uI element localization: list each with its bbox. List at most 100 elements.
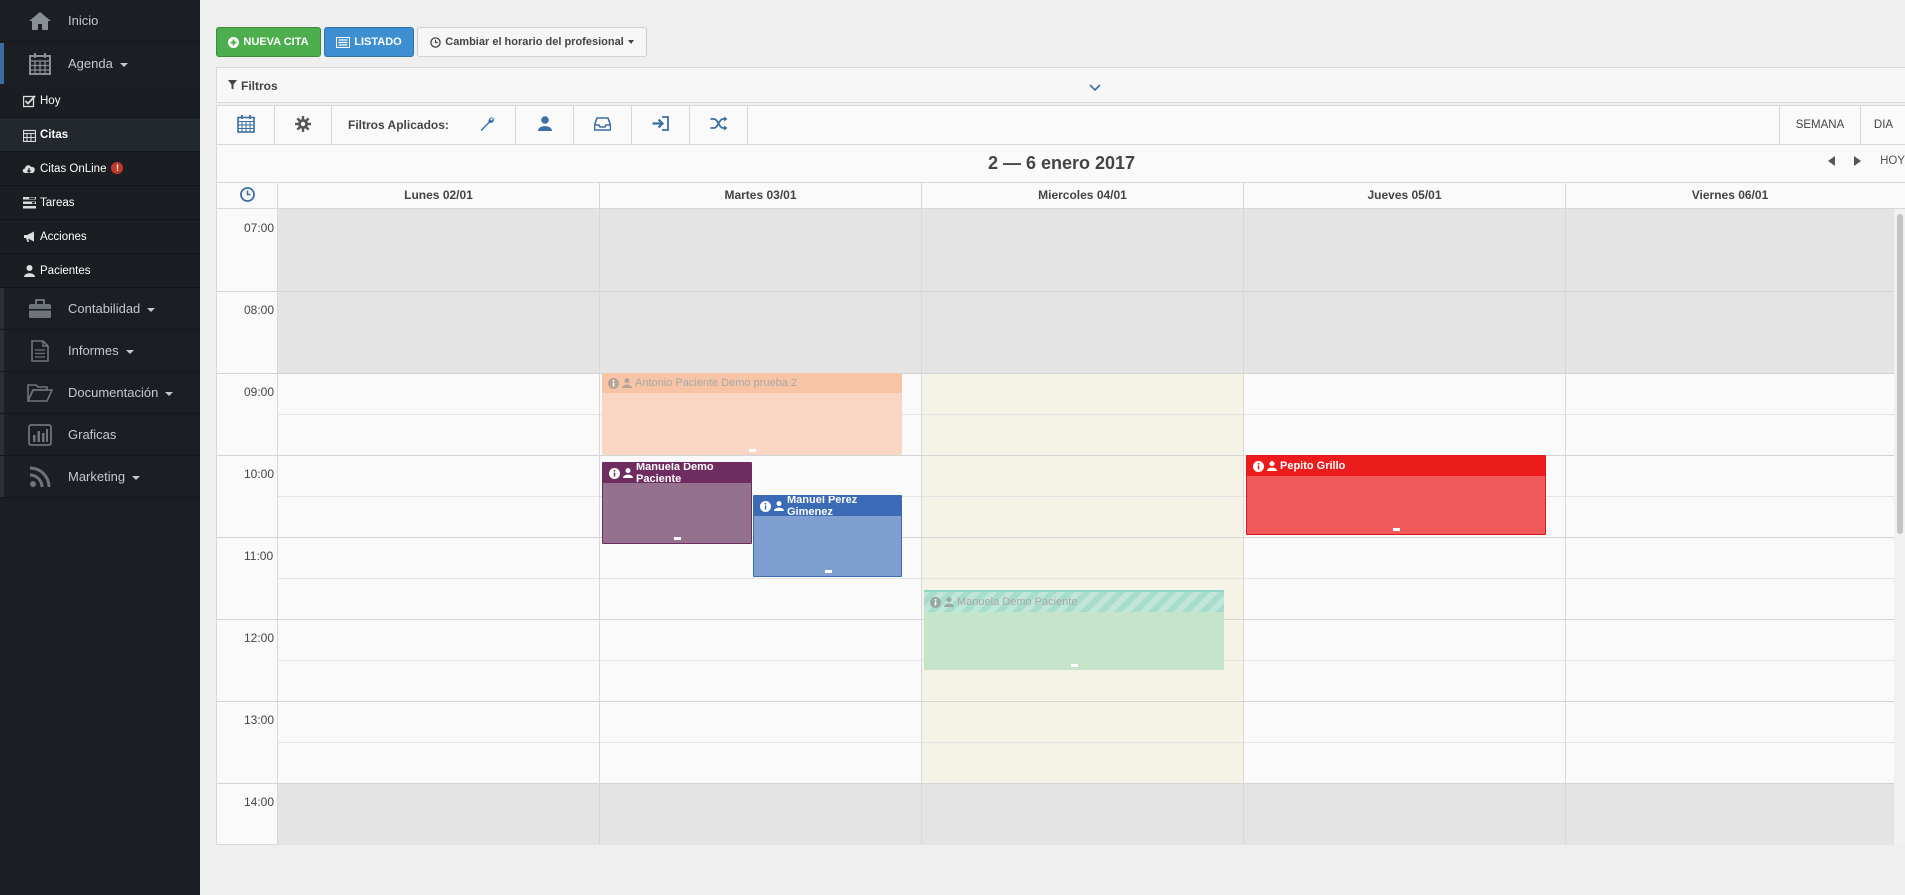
sidebar-item-label: Graficas — [68, 427, 117, 442]
week-view-button[interactable]: SEMANA — [1779, 106, 1860, 144]
info-icon[interactable] — [1253, 460, 1264, 472]
info-icon[interactable] — [760, 500, 771, 512]
sidebar-item-marketing[interactable]: Marketing — [0, 456, 200, 498]
wrench-icon — [479, 116, 495, 135]
calendar-view-button[interactable] — [217, 106, 275, 144]
filters-panel[interactable]: Filtros — [216, 67, 1905, 103]
scrollbar-thumb[interactable] — [1897, 214, 1903, 534]
user-icon — [774, 501, 784, 511]
event-title: Manuela Demo Paciente — [957, 596, 1078, 608]
hour-label: 10:00 — [244, 467, 275, 481]
day-header: Jueves 05/01 — [1243, 183, 1565, 208]
calendar-toolbar: Filtros Aplicados: SEMANA DIA — [216, 105, 1905, 145]
sidebar-item-documentacion[interactable]: Documentación — [0, 372, 200, 414]
info-icon[interactable] — [930, 596, 941, 608]
filter-signin-button[interactable] — [632, 106, 690, 144]
change-schedule-dropdown[interactable]: Cambiar el horario del profesional — [417, 27, 647, 57]
sidebar-item-label: Tareas — [40, 196, 75, 209]
tasks-icon — [22, 196, 36, 210]
calendar-small-icon — [22, 128, 36, 142]
sidebar-item-contabilidad[interactable]: Contabilidad — [0, 288, 200, 330]
info-icon[interactable] — [608, 377, 619, 389]
briefcase-icon — [27, 297, 53, 321]
rss-icon — [27, 465, 53, 489]
inbox-icon — [593, 116, 612, 134]
appointment-event[interactable]: Antonio Paciente Demo prueba 2 — [602, 373, 902, 455]
sidebar-subitem-citas[interactable]: Citas — [0, 118, 200, 152]
filter-random-button[interactable] — [690, 106, 748, 144]
sidebar-item-agenda[interactable]: Agenda — [0, 43, 200, 85]
clock-icon — [239, 186, 255, 205]
hour-label: 12:00 — [244, 631, 275, 645]
user-icon — [537, 116, 552, 134]
sidebar-item-inicio[interactable]: Inicio — [0, 0, 200, 42]
sidebar-item-label: Inicio — [68, 13, 99, 28]
week-view-label: SEMANA — [1795, 119, 1845, 131]
chevron-down-icon[interactable] — [1089, 80, 1101, 95]
sidebar-item-label: Documentación — [68, 385, 159, 400]
sidebar-subitem-tareas[interactable]: Tareas — [0, 186, 200, 220]
sidebar-subitem-citas-online[interactable]: Citas OnLine! — [0, 152, 200, 186]
new-appointment-label: NUEVA CITA — [243, 36, 309, 48]
applied-filters-label: Filtros Aplicados: — [348, 118, 449, 132]
hour-label: 13:00 — [244, 713, 275, 727]
filters-title: Filtros — [241, 79, 278, 93]
filter-inbox-button[interactable] — [574, 106, 632, 144]
appointment-event[interactable]: Manuel Perez Gimenez — [753, 495, 902, 577]
clock-icon — [430, 36, 441, 48]
user-icon — [22, 264, 36, 278]
hour-label: 07:00 — [244, 221, 275, 235]
caret-down-icon — [147, 307, 156, 312]
calendar-icon — [236, 114, 255, 136]
filter-professional-button[interactable] — [516, 106, 574, 144]
resize-handle[interactable] — [749, 449, 756, 452]
sidebar-item-label: Citas — [40, 128, 69, 141]
sidebar-item-label: Hoy — [40, 94, 61, 107]
home-icon — [27, 9, 53, 33]
user-icon — [623, 468, 633, 478]
caret-down-icon — [119, 62, 128, 67]
appointment-event[interactable]: Manuela Demo Paciente — [602, 462, 752, 544]
list-icon — [336, 36, 351, 48]
user-icon — [1267, 461, 1277, 471]
appointment-event[interactable]: Manuela Demo Paciente — [924, 590, 1224, 670]
event-title: Pepito Grillo — [1280, 460, 1346, 472]
resize-handle[interactable] — [1071, 664, 1078, 667]
appointment-event[interactable]: Pepito Grillo — [1246, 455, 1546, 535]
sidebar-item-label: Citas OnLine — [40, 163, 107, 175]
new-appointment-button[interactable]: NUEVA CITA — [216, 27, 321, 57]
shuffle-icon — [710, 116, 728, 134]
sign-in-icon — [652, 116, 669, 134]
caret-down-icon — [627, 40, 634, 44]
day-header: Miercoles 04/01 — [921, 183, 1243, 208]
sidebar-subitem-acciones[interactable]: Acciones — [0, 220, 200, 254]
caret-down-icon — [132, 475, 141, 480]
sidebar-item-label: Marketing — [68, 469, 126, 484]
next-week-button[interactable] — [1854, 156, 1862, 166]
calendar-grid-icon — [27, 52, 53, 76]
folder-open-icon — [27, 381, 53, 405]
day-view-button[interactable]: DIA — [1860, 106, 1905, 144]
event-title: Manuela Demo Paciente — [636, 462, 714, 485]
info-icon[interactable] — [609, 467, 620, 479]
hour-label: 11:00 — [244, 549, 274, 563]
gear-icon — [295, 115, 311, 135]
sidebar-subitem-hoy[interactable]: Hoy — [0, 84, 200, 118]
check-square-icon — [22, 94, 36, 108]
settings-button[interactable] — [275, 106, 332, 144]
today-button[interactable]: HOY — [1880, 155, 1905, 167]
alert-badge: ! — [111, 162, 124, 174]
sidebar-item-graficas[interactable]: Graficas — [0, 414, 200, 456]
calendar-scrollbar[interactable] — [1894, 209, 1905, 845]
hour-label: 08:00 — [244, 303, 275, 317]
resize-handle[interactable] — [1393, 528, 1400, 531]
sidebar-subitem-pacientes[interactable]: Pacientes — [0, 254, 200, 288]
list-label: LISTADO — [354, 36, 402, 48]
list-button[interactable]: LISTADO — [324, 27, 414, 57]
hour-label: 14:00 — [244, 795, 275, 809]
filter-tool-button[interactable] — [458, 106, 516, 144]
resize-handle[interactable] — [674, 537, 681, 540]
resize-handle[interactable] — [824, 570, 832, 573]
previous-week-button[interactable] — [1828, 156, 1836, 166]
sidebar-item-informes[interactable]: Informes — [0, 330, 200, 372]
